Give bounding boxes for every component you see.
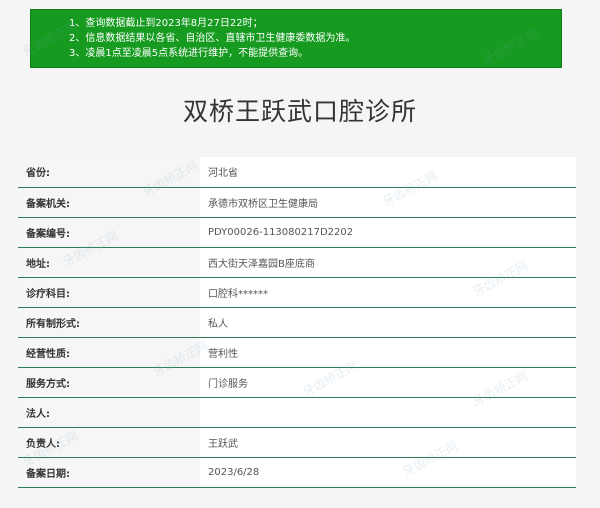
- row-value: 2023/6/28: [200, 457, 576, 488]
- row-label: 备案日期:: [18, 457, 200, 488]
- row-label: 地址:: [18, 247, 200, 278]
- row-value: [200, 397, 576, 428]
- table-row-record-number: 备案编号: PDY00026-113080217D2202: [18, 217, 576, 248]
- row-value: 西大街天泽嘉园B座底商: [200, 247, 576, 278]
- row-label: 法人:: [18, 397, 200, 428]
- table-row-record-date: 备案日期: 2023/6/28: [18, 457, 576, 488]
- table-row-ownership: 所有制形式: 私人: [18, 307, 576, 338]
- notice-line-1: 1、查询数据截止到2023年8月27日22时；: [69, 18, 263, 29]
- row-value: 私人: [200, 307, 576, 338]
- clinic-info-table: 省份: 河北省 备案机关: 承德市双桥区卫生健康局 备案编号: PDY00026…: [18, 157, 576, 488]
- row-value: 门诊服务: [200, 367, 576, 398]
- row-value: PDY00026-113080217D2202: [200, 217, 576, 248]
- notice-line-2: 2、信息数据结果以各省、自治区、直辖市卫生健康委数据为准。: [69, 33, 356, 44]
- row-value: 承德市双桥区卫生健康局: [200, 187, 576, 218]
- row-label: 省份:: [18, 157, 200, 188]
- table-row-authority: 备案机关: 承德市双桥区卫生健康局: [18, 187, 576, 218]
- table-row-province: 省份: 河北省: [18, 157, 576, 188]
- row-label: 服务方式:: [18, 367, 200, 398]
- table-row-business-nature: 经营性质: 营利性: [18, 337, 576, 368]
- row-label: 备案编号:: [18, 217, 200, 248]
- notice-line-3: 3、凌晨1点至凌晨5点系统进行维护，不能提供查询。: [69, 48, 309, 59]
- row-label: 经营性质:: [18, 337, 200, 368]
- row-value: 营利性: [200, 337, 576, 368]
- row-value: 河北省: [200, 157, 576, 188]
- row-label: 诊疗科目:: [18, 277, 200, 308]
- table-row-person-in-charge: 负责人: 王跃武: [18, 427, 576, 458]
- row-value: 口腔科******: [200, 277, 576, 308]
- row-label: 所有制形式:: [18, 307, 200, 338]
- clinic-name-title: 双桥王跃武口腔诊所: [182, 97, 417, 126]
- table-row-address: 地址: 西大街天泽嘉园B座底商: [18, 247, 576, 278]
- table-row-departments: 诊疗科目: 口腔科******: [18, 277, 576, 308]
- row-label: 负责人:: [18, 427, 200, 458]
- row-value: 王跃武: [200, 427, 576, 458]
- row-label: 备案机关:: [18, 187, 200, 218]
- notice-banner: 1、查询数据截止到2023年8月27日22时； 2、信息数据结果以各省、自治区、…: [30, 9, 562, 68]
- table-row-service-mode: 服务方式: 门诊服务: [18, 367, 576, 398]
- table-row-legal-person: 法人:: [18, 397, 576, 428]
